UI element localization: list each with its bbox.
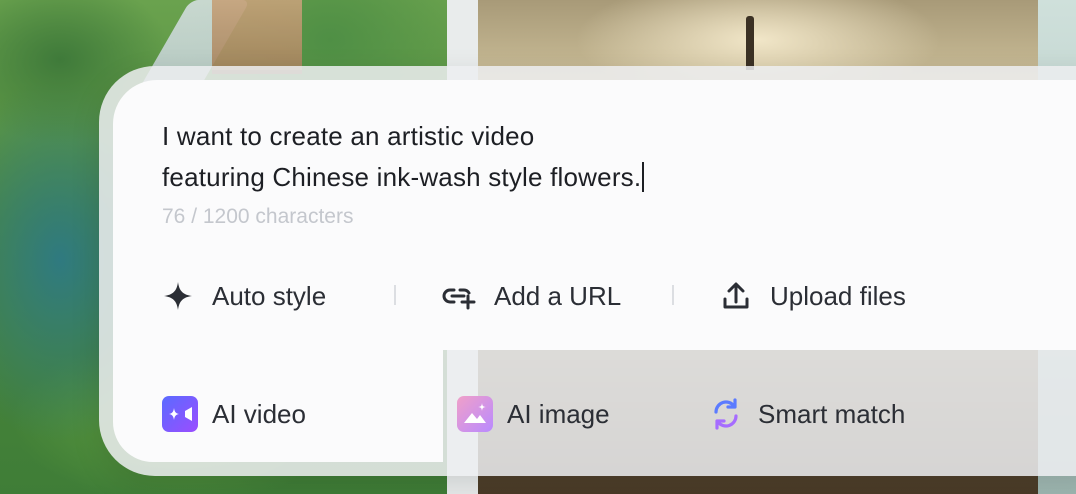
smart-match-label: Smart match xyxy=(758,398,906,429)
active-tab-curve xyxy=(300,350,440,462)
ai-image-label: AI image xyxy=(507,398,610,429)
upload-icon xyxy=(720,280,752,312)
tab-ai-image[interactable]: AI image xyxy=(457,392,610,436)
text-caret xyxy=(642,162,645,192)
sparkle-icon xyxy=(162,280,194,312)
video-camera-icon xyxy=(162,396,198,432)
character-counter: 76 / 1200 characters xyxy=(162,205,354,228)
auto-style-button[interactable]: Auto style xyxy=(162,276,326,316)
tab-smart-match[interactable]: Smart match xyxy=(708,392,905,436)
image-icon xyxy=(457,396,493,432)
link-add-icon xyxy=(442,282,476,310)
upload-files-button[interactable]: Upload files xyxy=(720,276,906,316)
auto-style-label: Auto style xyxy=(212,280,327,311)
prompt-text: I want to create an artistic video featu… xyxy=(162,121,642,192)
background-tower xyxy=(212,0,302,74)
prompt-textarea[interactable]: I want to create an artistic video featu… xyxy=(162,116,862,198)
background-spire xyxy=(746,16,754,70)
refresh-icon xyxy=(708,396,744,432)
ai-video-label: AI video xyxy=(212,398,306,429)
tab-ai-video[interactable]: AI video xyxy=(162,392,306,436)
add-url-button[interactable]: Add a URL xyxy=(442,276,621,316)
add-url-label: Add a URL xyxy=(494,280,622,311)
upload-files-label: Upload files xyxy=(770,280,906,311)
tool-divider xyxy=(394,285,396,305)
tool-divider xyxy=(672,285,674,305)
